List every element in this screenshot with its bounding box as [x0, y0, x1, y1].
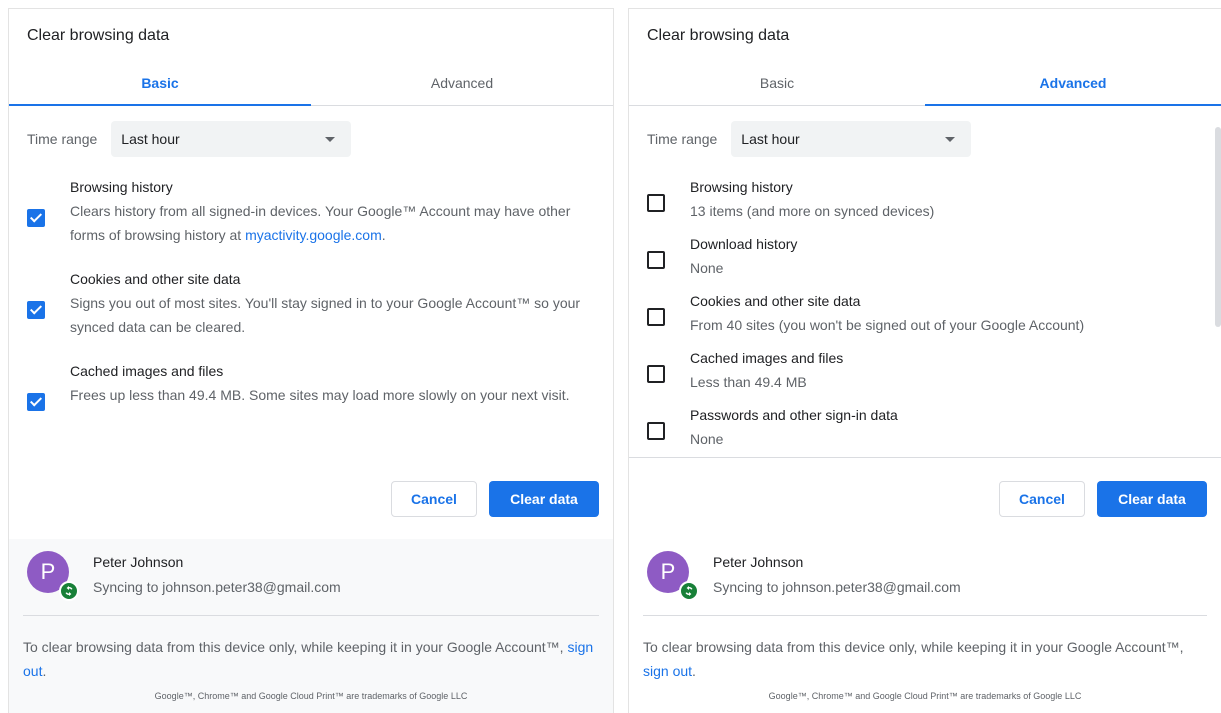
item-desc: Signs you out of most sites. You'll stay…: [70, 295, 581, 335]
account-name: Peter Johnson: [713, 554, 804, 570]
list-item: Download history None: [629, 232, 1221, 289]
info-text-end: .: [692, 663, 696, 679]
dialog-footer: P Peter Johnson Syncing to johnson.peter…: [9, 539, 613, 713]
time-range-label: Time range: [647, 131, 718, 147]
item-desc-end: .: [381, 227, 386, 243]
clear-data-button[interactable]: Clear data: [489, 481, 599, 517]
checkbox-passwords[interactable]: [647, 422, 665, 440]
sign-out-link[interactable]: sign out: [643, 663, 692, 679]
divider: [23, 615, 599, 616]
data-type-list: Browsing history 13 items (and more on s…: [629, 175, 1221, 458]
item-name: Browsing history: [70, 179, 173, 195]
checkbox-cookies[interactable]: [27, 301, 45, 319]
list-item: Passwords and other sign-in data None: [629, 403, 1221, 457]
info-text-body: To clear browsing data from this device …: [643, 639, 1184, 655]
dialog-buttons: Cancel Clear data: [999, 481, 1207, 517]
clear-data-button[interactable]: Clear data: [1097, 481, 1207, 517]
dialog-title: Clear browsing data: [27, 27, 170, 44]
caret-down-icon: [945, 137, 956, 142]
tab-basic[interactable]: Basic: [629, 61, 925, 105]
info-text-end: .: [42, 663, 47, 679]
sync-icon: [59, 581, 79, 601]
time-range-value: Last hour: [121, 131, 180, 147]
dialog-footer: P Peter Johnson Syncing to johnson.peter…: [629, 539, 1221, 713]
item-name: Passwords and other sign-in data: [690, 407, 898, 423]
divider: [643, 615, 1207, 616]
info-text: To clear browsing data from this device …: [23, 635, 599, 683]
tab-advanced[interactable]: Advanced: [311, 61, 613, 105]
tab-bar: Basic Advanced: [629, 61, 1221, 106]
info-text: To clear browsing data from this device …: [643, 635, 1207, 683]
list-item: Browsing history Clears history from all…: [9, 175, 613, 247]
caret-down-icon: [325, 137, 336, 142]
sync-status: Syncing to johnson.peter38@gmail.com: [713, 579, 961, 595]
item-desc: None: [690, 431, 724, 447]
item-name: Cookies and other site data: [690, 293, 861, 309]
myactivity-link[interactable]: myactivity.google.com: [245, 227, 382, 243]
item-name: Cookies and other site data: [70, 271, 241, 287]
time-range-select[interactable]: Last hour: [731, 121, 972, 157]
time-range-select[interactable]: Last hour: [111, 121, 352, 157]
sync-status: Syncing to johnson.peter38@gmail.com: [93, 579, 341, 595]
checkbox-browsing-history[interactable]: [647, 194, 665, 212]
checkbox-cached-images[interactable]: [647, 365, 665, 383]
dialog-title: Clear browsing data: [647, 27, 790, 44]
time-range-row: Time range Last hour: [647, 121, 972, 157]
dialog-buttons: Cancel Clear data: [391, 481, 599, 517]
list-item: Cached images and files Frees up less th…: [9, 359, 613, 411]
checkbox-browsing-history[interactable]: [27, 209, 45, 227]
list-item: Cookies and other site data From 40 site…: [629, 289, 1221, 346]
sync-icon: [679, 581, 699, 601]
item-desc: Frees up less than 49.4 MB. Some sites m…: [70, 387, 570, 403]
trademark-notice: Google™, Chrome™ and Google Cloud Print™…: [154, 691, 468, 701]
item-desc: From 40 sites (you won't be signed out o…: [690, 317, 1085, 333]
tab-advanced[interactable]: Advanced: [925, 61, 1221, 106]
time-range-value: Last hour: [741, 131, 800, 147]
item-desc: Less than 49.4 MB: [690, 374, 807, 390]
list-item: Cookies and other site data Signs you ou…: [9, 267, 613, 339]
info-text-body: To clear browsing data from this device …: [23, 639, 568, 655]
item-desc: 13 items (and more on synced devices): [690, 203, 935, 219]
checkbox-cached-images[interactable]: [27, 393, 45, 411]
data-type-list: Browsing history Clears history from all…: [9, 175, 613, 427]
time-range-row: Time range Last hour: [27, 121, 352, 157]
item-name: Cached images and files: [70, 363, 224, 379]
clear-data-dialog-advanced: Clear browsing data Basic Advanced Time …: [628, 8, 1221, 713]
time-range-label: Time range: [27, 131, 98, 147]
list-item: Browsing history 13 items (and more on s…: [629, 175, 1221, 232]
checkbox-download-history[interactable]: [647, 251, 665, 269]
tab-basic[interactable]: Basic: [9, 61, 311, 106]
item-name: Cached images and files: [690, 350, 844, 366]
item-desc: Clears history from all signed-in device…: [70, 199, 595, 247]
item-name: Download history: [690, 236, 798, 252]
clear-data-dialog-basic: Clear browsing data Basic Advanced Time …: [8, 8, 614, 713]
tab-bar: Basic Advanced: [9, 61, 613, 106]
list-item: Cached images and files Less than 49.4 M…: [629, 346, 1221, 403]
cancel-button[interactable]: Cancel: [391, 481, 477, 517]
trademark-notice: Google™, Chrome™ and Google Cloud Print™…: [768, 691, 1082, 701]
checkbox-cookies[interactable]: [647, 308, 665, 326]
account-name: Peter Johnson: [93, 554, 184, 570]
item-name: Browsing history: [690, 179, 793, 195]
item-desc: None: [690, 260, 724, 276]
cancel-button[interactable]: Cancel: [999, 481, 1085, 517]
